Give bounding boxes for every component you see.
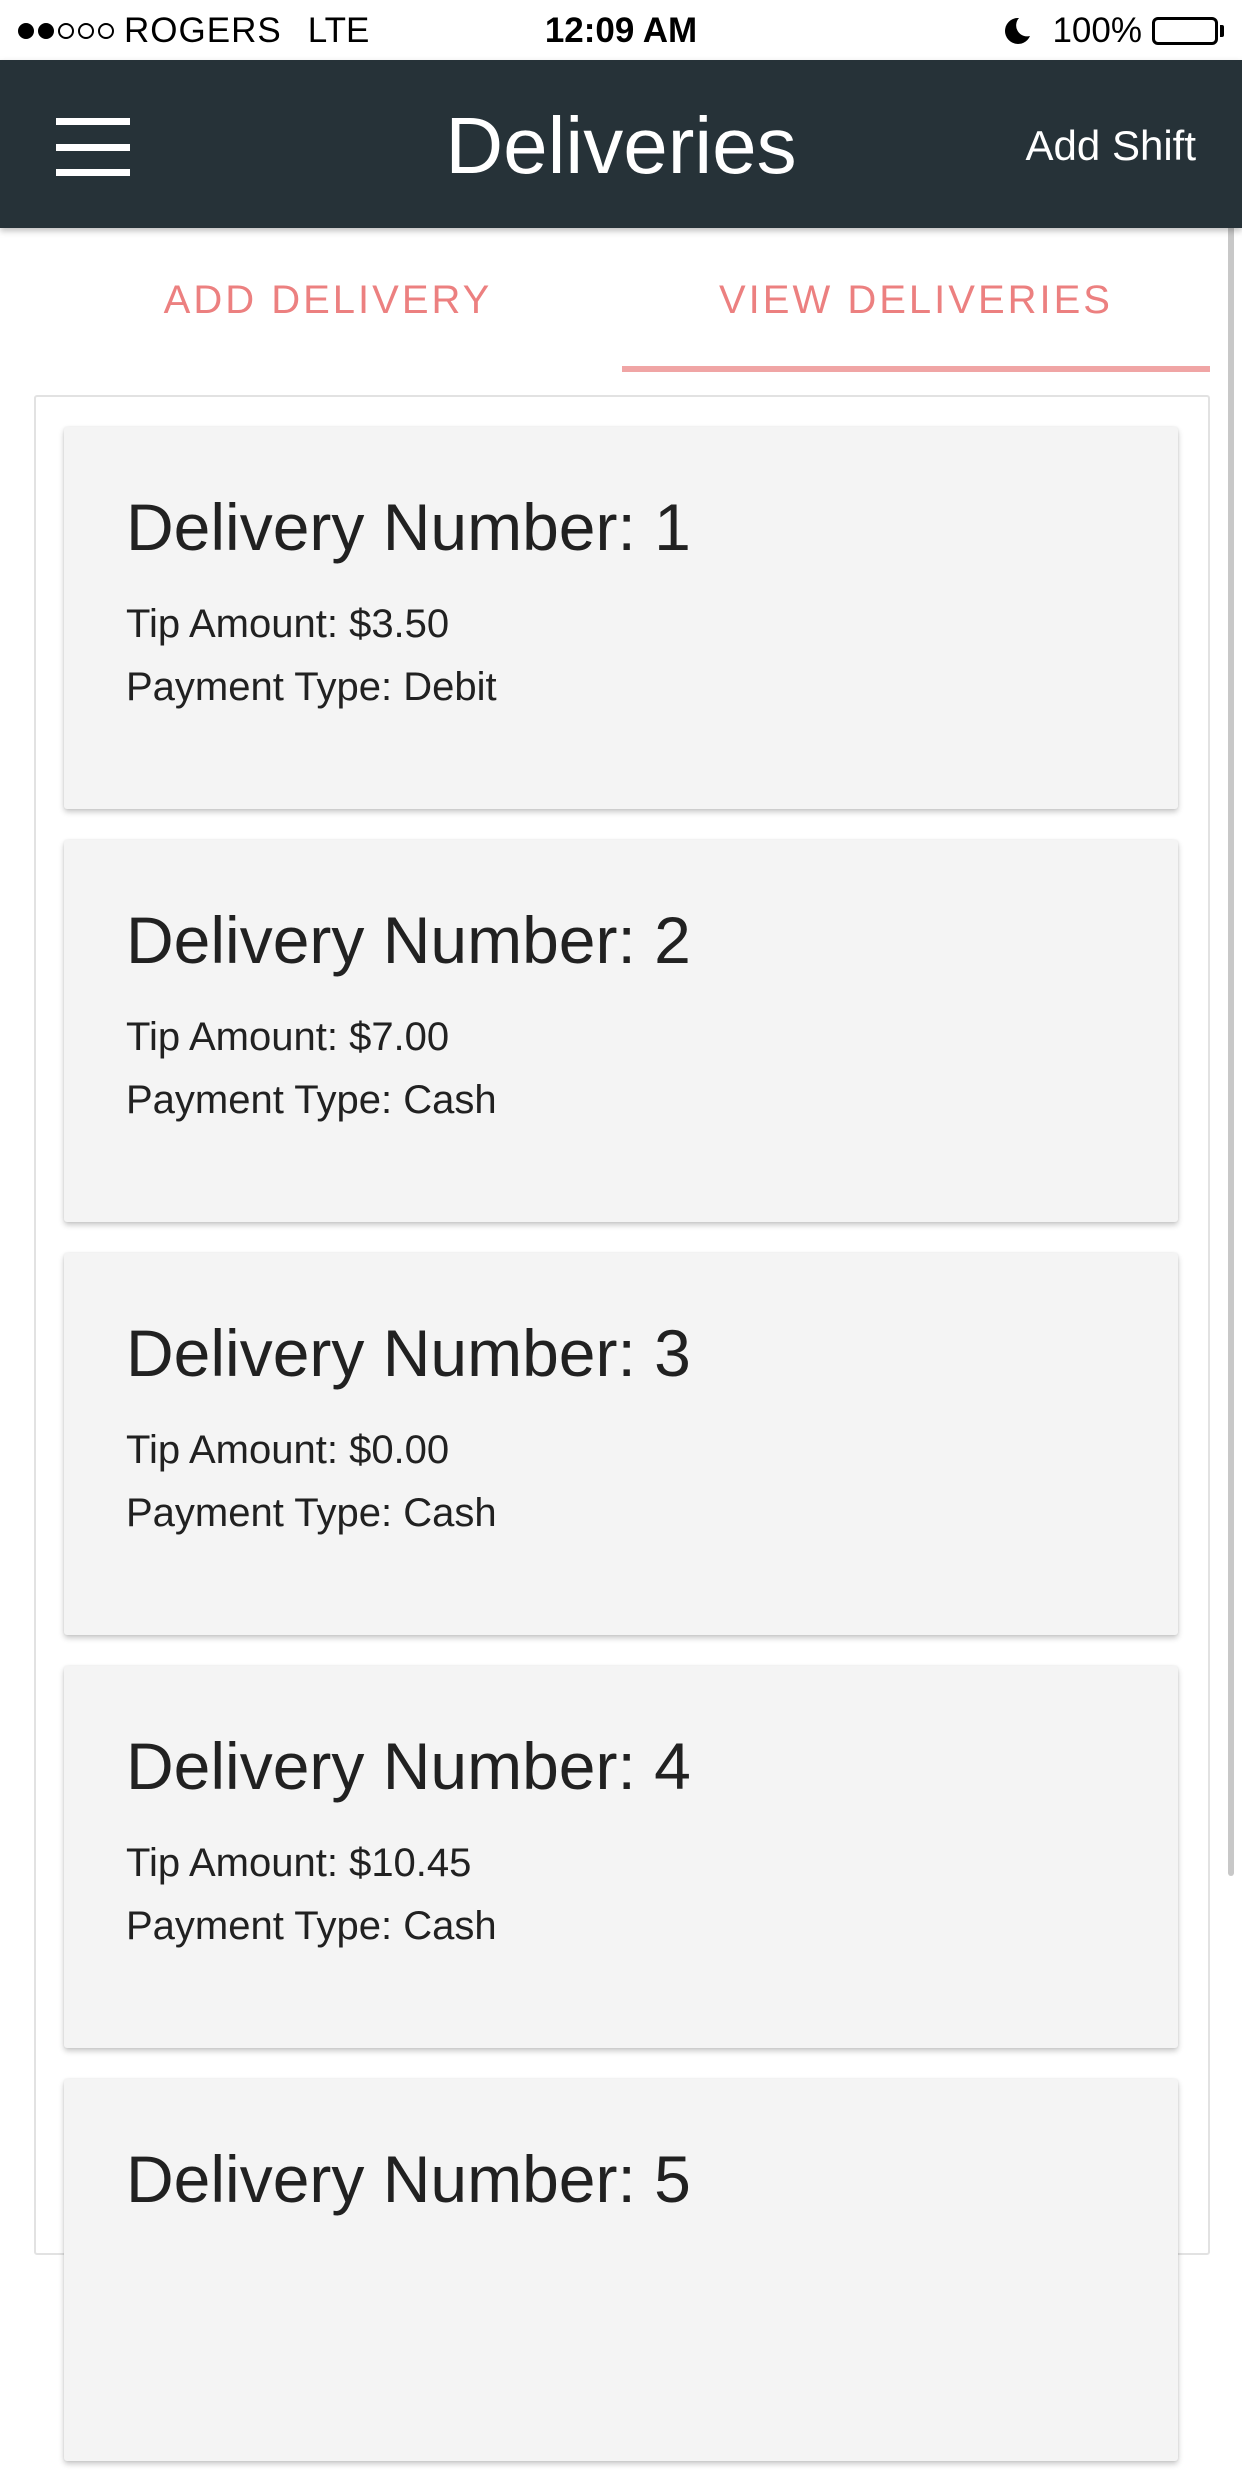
delivery-number: Delivery Number: 4: [126, 1729, 691, 1803]
battery-icon: [1152, 17, 1224, 45]
delivery-card[interactable]: Delivery Number: 2 Tip Amount: $7.00 Pay…: [64, 840, 1178, 1222]
delivery-number: Delivery Number: 5: [126, 2142, 691, 2216]
status-right: 100%: [1002, 10, 1224, 52]
battery-percentage: 100%: [1052, 11, 1142, 50]
tip-amount: Tip Amount: $3.50: [126, 602, 450, 646]
delivery-card[interactable]: Delivery Number: 4 Tip Amount: $10.45 Pa…: [64, 1666, 1178, 2048]
delivery-list: Delivery Number: 1 Tip Amount: $3.50 Pay…: [64, 427, 1178, 2492]
tip-amount: Tip Amount: $7.00: [126, 1015, 450, 1059]
moon-icon: [1005, 17, 1031, 44]
delivery-card[interactable]: Delivery Number: 5: [64, 2079, 1178, 2461]
deliveries-panel: Delivery Number: 1 Tip Amount: $3.50 Pay…: [34, 395, 1210, 2461]
payment-type: Payment Type: Cash: [126, 1904, 497, 1948]
status-bar: ROGERS LTE 12:09 AM 100%: [0, 0, 1242, 60]
add-shift-button[interactable]: Add Shift: [1026, 118, 1196, 174]
tab-add-delivery[interactable]: ADD DELIVERY: [34, 228, 622, 372]
payment-type: Payment Type: Cash: [126, 1078, 497, 1122]
payment-type: Payment Type: Debit: [126, 665, 497, 709]
scrollbar[interactable]: [1228, 66, 1234, 1876]
delivery-number: Delivery Number: 1: [126, 490, 691, 564]
tab-view-deliveries[interactable]: VIEW DELIVERIES: [622, 228, 1210, 372]
delivery-number: Delivery Number: 2: [126, 903, 691, 977]
tab-bar: ADD DELIVERY VIEW DELIVERIES: [34, 228, 1210, 372]
delivery-card[interactable]: Delivery Number: 1 Tip Amount: $3.50 Pay…: [64, 427, 1178, 809]
payment-type: Payment Type: Cash: [126, 1491, 497, 1535]
delivery-number: Delivery Number: 3: [126, 1316, 691, 1390]
app-header: Deliveries Add Shift: [0, 60, 1242, 228]
tip-amount: Tip Amount: $0.00: [126, 1428, 450, 1472]
tip-amount: Tip Amount: $10.45: [126, 1841, 472, 1885]
delivery-card[interactable]: Delivery Number: 3 Tip Amount: $0.00 Pay…: [64, 1253, 1178, 1635]
